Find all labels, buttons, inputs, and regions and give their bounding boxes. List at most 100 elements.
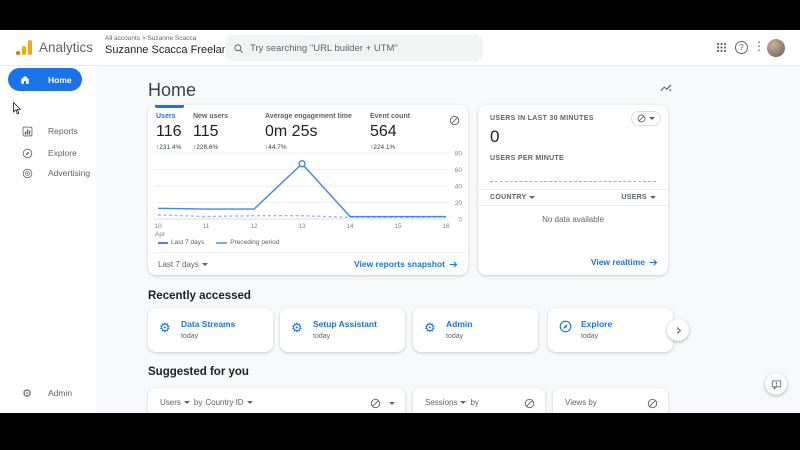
arrow-right-icon: [649, 258, 658, 267]
legend-item-last-7-days: Last 7 days: [158, 239, 204, 246]
explore-compass-icon: [20, 148, 34, 159]
recent-card-explore[interactable]: Explore today: [548, 308, 673, 352]
no-data-icon: [647, 398, 658, 409]
sidebar-item-explore[interactable]: Explore: [0, 142, 96, 164]
data-quality-button[interactable]: [524, 398, 535, 409]
feedback-button[interactable]: [765, 373, 787, 395]
arrow-right-icon: [449, 260, 458, 269]
data-quality-button[interactable]: [370, 398, 381, 409]
no-data-icon: [370, 398, 381, 409]
metric-dropdown[interactable]: Users: [160, 398, 181, 407]
more-options-button[interactable]: ⋮: [753, 39, 765, 53]
no-data-icon: [524, 398, 535, 409]
chevron-down-icon[interactable]: [389, 402, 395, 405]
recent-card-label: Setup Assistant: [313, 319, 377, 329]
realtime-table-header: COUNTRY USERS: [478, 189, 668, 206]
view-realtime-link[interactable]: View realtime: [591, 257, 658, 267]
kebab-menu-icon: ⋮: [753, 39, 765, 53]
metric-dropdown[interactable]: Sessions: [425, 398, 457, 407]
metric-value: 0m 25s: [265, 123, 352, 141]
svg-text:Apr: Apr: [155, 231, 166, 238]
recent-card-label: Admin: [446, 319, 472, 329]
metric-tab-avg-engagement[interactable]: Average engagement time 0m 25s ↑44.7%: [265, 113, 352, 151]
metric-value: 564: [370, 123, 410, 141]
dashed-line-swatch: [216, 242, 227, 244]
date-range-selector[interactable]: Last 7 days: [158, 260, 208, 269]
metric-tab-new-users[interactable]: New users 115 ↑228.6%: [193, 113, 228, 151]
chevron-down-icon: [649, 117, 655, 120]
sidebar-item-advertising[interactable]: Advertising: [0, 162, 96, 184]
svg-text:15: 15: [394, 223, 402, 230]
search-icon: [233, 43, 244, 54]
users-column-header[interactable]: USERS: [621, 194, 656, 201]
recent-card-label: Explore: [581, 319, 612, 329]
svg-text:16: 16: [442, 223, 450, 230]
metric-value: 116: [156, 123, 182, 141]
gear-icon: ⚙: [424, 320, 436, 336]
realtime-title: USERS IN LAST 30 MINUTES: [490, 115, 594, 122]
recent-card-admin[interactable]: ⚙ Admin today: [413, 308, 538, 352]
svg-text:10: 10: [154, 223, 162, 230]
metric-tab-event-count[interactable]: Event count 564 ↑224.1%: [370, 113, 410, 151]
no-data-icon: [449, 115, 460, 126]
analytics-logo[interactable]: Analytics: [16, 40, 93, 55]
recent-card-sub: today: [446, 333, 463, 340]
sidebar-item-admin[interactable]: ⚙ Admin: [0, 382, 96, 404]
sidebar-nav: Home Reports Explore: [0, 66, 96, 413]
recently-accessed-title: Recently accessed: [148, 290, 251, 302]
sidebar-item-reports[interactable]: Reports: [0, 120, 96, 142]
main-content: Home Users 116 ↑231.4% New users 115 ↑22…: [96, 66, 800, 413]
chart-legend: Last 7 days Preceding period: [158, 239, 279, 246]
recent-card-setup-assistant[interactable]: ⚙ Setup Assistant today: [280, 308, 405, 352]
realtime-compare-button[interactable]: [631, 111, 661, 126]
suggested-card-sessions: Sessions by: [413, 388, 545, 413]
google-apps-grid-button[interactable]: [716, 42, 727, 53]
metric-tab-users[interactable]: Users 116 ↑231.4%: [156, 113, 182, 151]
dimension-dropdown[interactable]: Country ID: [205, 398, 243, 407]
view-reports-snapshot-link[interactable]: View reports snapshot: [354, 259, 458, 269]
selected-metric-indicator: [155, 105, 184, 108]
search-input[interactable]: [250, 43, 475, 54]
sidebar-item-home[interactable]: Home: [8, 68, 82, 91]
sidebar-item-label: Home: [48, 75, 72, 85]
sidebar-item-label: Advertising: [48, 168, 90, 178]
metric-label: New users: [193, 113, 228, 120]
gear-icon: ⚙: [159, 320, 171, 336]
avatar[interactable]: [767, 39, 785, 57]
chevron-down-icon: [650, 196, 656, 199]
svg-text:20: 20: [455, 200, 463, 207]
data-quality-button[interactable]: [449, 115, 460, 126]
chevron-down-icon: [184, 401, 190, 404]
chevron-down-icon: [202, 263, 208, 266]
insights-sparkline-icon: [659, 81, 673, 95]
page-title: Home: [148, 80, 196, 101]
search-bar[interactable]: [225, 35, 483, 61]
country-column-header[interactable]: COUNTRY: [490, 194, 535, 201]
sidebar-item-label: Reports: [48, 126, 78, 136]
apps-grid-icon: [716, 42, 727, 53]
advertising-icon: [20, 168, 34, 179]
no-data-icon: [637, 114, 646, 123]
svg-text:11: 11: [203, 223, 210, 230]
gear-icon: ⚙: [291, 320, 303, 336]
explore-compass-icon: [559, 320, 572, 333]
data-quality-button[interactable]: [647, 398, 658, 409]
insights-button[interactable]: [659, 81, 673, 95]
chevron-down-icon: [460, 401, 466, 404]
svg-text:0: 0: [458, 216, 462, 223]
carousel-next-button[interactable]: [667, 319, 689, 341]
overview-card: Users 116 ↑231.4% New users 115 ↑228.6% …: [148, 105, 468, 275]
home-icon: [20, 75, 30, 85]
metric-label: Event count: [370, 113, 410, 120]
recent-card-data-streams[interactable]: ⚙ Data Streams today: [148, 308, 273, 352]
metric-dropdown[interactable]: Views by: [565, 398, 597, 407]
users-trend-line-chart: 02040608010111213141516Apr: [150, 149, 466, 239]
analytics-logo-text: Analytics: [39, 40, 93, 55]
metric-label: Users: [156, 113, 182, 120]
legend-item-preceding-period: Preceding period: [216, 239, 279, 246]
chevron-right-icon: [674, 326, 683, 335]
help-button[interactable]: ?: [735, 41, 748, 54]
connector-text: by: [194, 398, 202, 407]
reports-icon: [20, 126, 34, 137]
svg-text:40: 40: [455, 183, 463, 190]
